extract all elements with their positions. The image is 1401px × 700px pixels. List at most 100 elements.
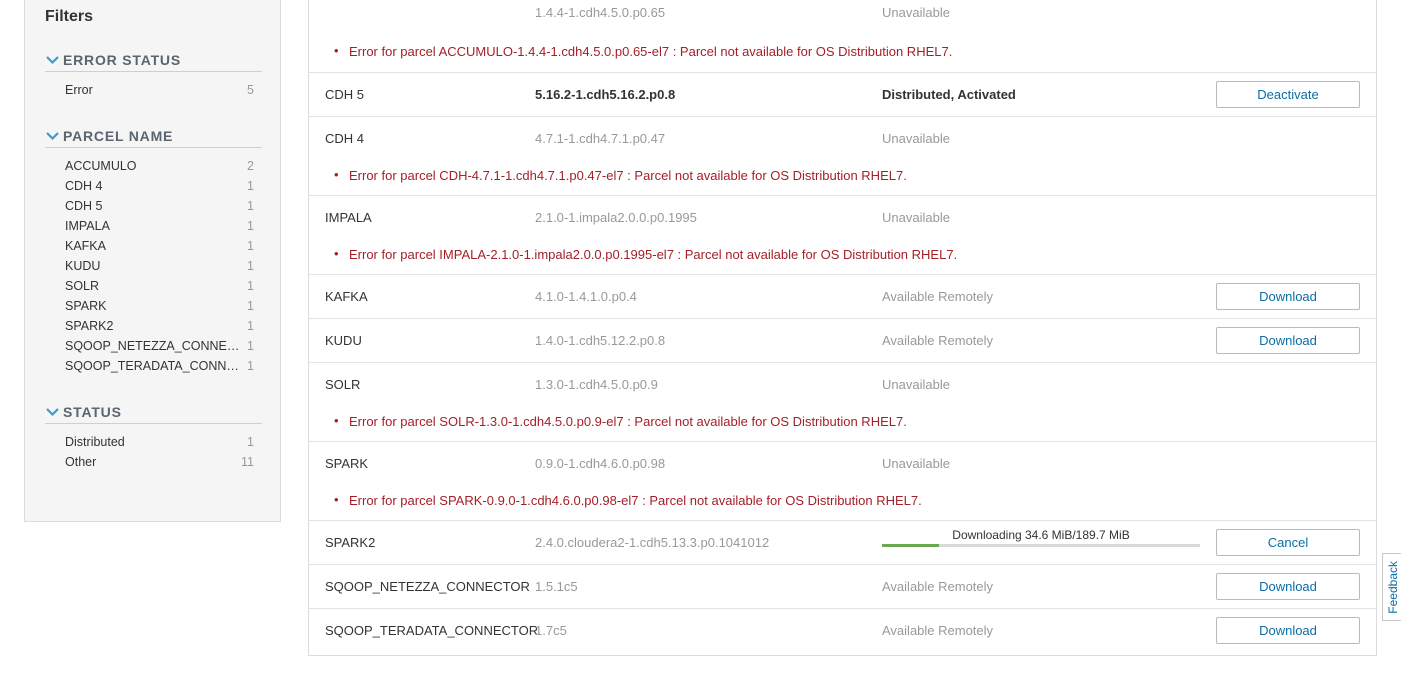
filter-item[interactable]: SQOOP_TERADATA_CONNECTOR1	[45, 356, 262, 376]
parcel-name: SOLR	[325, 377, 361, 392]
chevron-down-icon	[46, 55, 59, 64]
filter-item-count: 1	[247, 435, 254, 449]
feedback-tab[interactable]: Feedback	[1382, 553, 1401, 621]
parcel-error-message: Error for parcel ACCUMULO-1.4.4-1.cdh4.5…	[334, 43, 952, 59]
parcel-name: SPARK	[325, 456, 369, 471]
progress-fill	[882, 544, 940, 547]
filter-item-label: CDH 5	[65, 199, 103, 213]
filters-title: Filters	[45, 8, 94, 25]
chevron-down-icon	[46, 407, 59, 416]
download-button[interactable]: Download	[1216, 327, 1360, 354]
filter-item-label: SPARK2	[65, 319, 114, 333]
filter-item[interactable]: Distributed 1	[45, 432, 262, 452]
filter-item-count: 1	[247, 279, 254, 293]
chevron-down-icon	[46, 131, 59, 140]
filter-item[interactable]: KUDU 1	[45, 256, 262, 276]
parcel-version: 1.3.0-1.cdh4.5.0.p0.9	[535, 377, 658, 392]
filter-item[interactable]: ACCUMULO 2	[45, 156, 262, 176]
parcel-name: KUDU	[325, 333, 362, 348]
filter-item[interactable]: Other 11	[45, 452, 262, 472]
parcel-row: SQOOP_NETEZZA_CONNECTOR 1.5.1c5 Available …	[309, 565, 1376, 609]
filter-item-label: Distributed	[65, 435, 125, 449]
parcel-row: SOLR 1.3.0-1.cdh4.5.0.p0.9 Unavailable Erro…	[309, 363, 1376, 442]
download-button[interactable]: Download	[1216, 617, 1360, 644]
filter-item[interactable]: IMPALA 1	[45, 216, 262, 236]
filter-item-label: KAFKA	[65, 239, 106, 253]
parcel-version: 1.4.4-1.cdh4.5.0.p0.65	[535, 5, 666, 20]
filter-item[interactable]: KAFKA 1	[45, 236, 262, 256]
parcel-name: CDH 5	[325, 87, 365, 102]
parcel-status: Unavailable	[882, 456, 950, 471]
parcel-name: SPARK2	[325, 535, 376, 550]
filter-item-count: 1	[247, 359, 254, 373]
filter-item[interactable]: SPARK 1	[45, 296, 262, 316]
parcel-status: Available Remotely	[882, 579, 994, 594]
filter-item-count: 5	[247, 83, 254, 97]
parcel-version: 2.4.0.cloudera2-1.cdh5.13.3.p0.1041012	[535, 535, 770, 550]
filter-item[interactable]: CDH 5 1	[45, 196, 262, 216]
parcel-version: 1.5.1c5	[535, 579, 578, 594]
filter-section-header[interactable]: ERROR STATUS	[45, 50, 262, 72]
download-progress: Downloading 34.6 MiB/189.7 MiB	[882, 527, 1200, 559]
parcel-version: 0.9.0-1.cdh4.6.0.p0.98	[535, 456, 666, 471]
filter-item-label: ACCUMULO	[65, 159, 137, 173]
parcels-table: 1.4.4-1.cdh4.5.0.p0.65 Unavailable Error f…	[308, 0, 1377, 656]
parcel-name: KAFKA	[325, 289, 368, 304]
filter-item-count: 1	[247, 219, 254, 233]
progress-text: Downloading 34.6 MiB/189.7 MiB	[952, 528, 1130, 542]
filter-list: Error 5	[45, 80, 262, 100]
parcel-error-message: Error for parcel SPARK-0.9.0-1.cdh4.6.0.…	[334, 492, 922, 508]
parcel-status: Unavailable	[882, 210, 950, 225]
filter-item-label: CDH 4	[65, 179, 103, 193]
parcel-status: Unavailable	[882, 5, 950, 20]
filter-list: Distributed 1 Other 11	[45, 432, 262, 472]
progress-track	[882, 544, 1200, 547]
parcel-status: Available Remotely	[882, 333, 994, 348]
filter-section-error-status: ERROR STATUS Error 5	[45, 50, 262, 100]
filter-item[interactable]: SQOOP_NETEZZA_CONNECTOR 1	[45, 336, 262, 356]
filter-section-header[interactable]: PARCEL NAME	[45, 126, 262, 148]
parcel-status: Available Remotely	[882, 623, 994, 638]
parcel-name: IMPALA	[325, 210, 372, 225]
deactivate-button[interactable]: Deactivate	[1216, 81, 1360, 108]
filter-item-count: 1	[247, 319, 254, 333]
parcel-error-message: Error for parcel IMPALA-2.1.0-1.impala2.…	[334, 246, 957, 262]
parcel-status: Unavailable	[882, 131, 950, 146]
parcel-row: CDH 5 5.16.2-1.cdh5.16.2.p0.8 Distributed,…	[309, 73, 1376, 117]
cancel-button[interactable]: Cancel	[1216, 529, 1360, 556]
filter-section-header-label: STATUS	[63, 403, 122, 420]
filter-item[interactable]: SPARK2 1	[45, 316, 262, 336]
filter-item[interactable]: Error 5	[45, 80, 262, 100]
download-button[interactable]: Download	[1216, 573, 1360, 600]
parcel-version: 4.7.1-1.cdh4.7.1.p0.47	[535, 131, 666, 146]
filter-item[interactable]: SOLR 1	[45, 276, 262, 296]
filter-item-count: 1	[247, 339, 254, 353]
filter-item-count: 11	[241, 455, 254, 469]
filter-section-status: STATUS Distributed 1 Other 11	[45, 402, 262, 472]
parcel-status: Distributed, Activated	[882, 87, 1016, 102]
parcel-error-message: Error for parcel CDH-4.7.1-1.cdh4.7.1.p0…	[334, 167, 907, 183]
filter-item-label: Error	[65, 83, 93, 97]
parcel-row: SPARK2 2.4.0.cloudera2-1.cdh5.13.3.p0.104…	[309, 521, 1376, 565]
filter-list: ACCUMULO 2 CDH 4 1 CDH 5 1 IMPALA 1 KAFKA 1 KUDU 1 S…	[45, 156, 262, 376]
parcel-error-message: Error for parcel SOLR-1.3.0-1.cdh4.5.0.p…	[334, 413, 907, 429]
filter-section-header-label: ERROR STATUS	[63, 51, 181, 68]
filter-section-header-label: PARCEL NAME	[63, 127, 174, 144]
filter-item[interactable]: CDH 4 1	[45, 176, 262, 196]
parcel-name: SQOOP_NETEZZA_CONNECTOR	[325, 579, 530, 594]
parcel-row: 1.4.4-1.cdh4.5.0.p0.65 Unavailable Error f…	[309, 0, 1376, 73]
parcel-status: Unavailable	[882, 377, 950, 392]
filter-item-label: SPARK	[65, 299, 107, 313]
download-button[interactable]: Download	[1216, 283, 1360, 310]
parcel-version: 1.7c5	[535, 623, 567, 638]
filter-item-count: 1	[247, 299, 254, 313]
parcel-version: 4.1.0-1.4.1.0.p0.4	[535, 289, 637, 304]
filter-item-count: 1	[247, 179, 254, 193]
filter-item-count: 1	[247, 239, 254, 253]
filter-section-header[interactable]: STATUS	[45, 402, 262, 424]
filter-item-label: Other	[65, 455, 97, 469]
filters-sidebar: Filters ERROR STATUS Error 5 PARCEL NAME ACC…	[24, 0, 281, 522]
parcel-name: CDH 4	[325, 131, 365, 146]
parcel-row: IMPALA 2.1.0-1.impala2.0.0.p0.1995 Unavail…	[309, 196, 1376, 275]
parcel-version: 1.4.0-1.cdh5.12.2.p0.8	[535, 333, 666, 348]
